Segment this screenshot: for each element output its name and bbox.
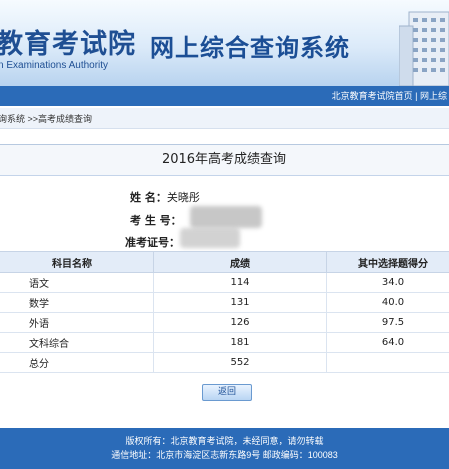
- id-label: 准考证号：: [125, 236, 180, 249]
- choice-score-cell: 34.0: [326, 272, 449, 293]
- score-cell: 552: [153, 352, 327, 373]
- footer-copyright: 版权所有：北京教育考试院，未经同意，请勿转载: [125, 436, 324, 446]
- back-button[interactable]: 返回: [202, 384, 252, 401]
- table-header-row: 科目名称 成绩 其中选择题得分: [0, 251, 449, 273]
- subject-cell: 数学: [0, 292, 154, 313]
- choice-score-cell: 64.0: [326, 332, 449, 353]
- breadcrumb: 询系统 >>高考成绩查询: [0, 108, 449, 129]
- column-header-subject: 科目名称: [0, 251, 154, 273]
- choice-score-cell: 40.0: [326, 292, 449, 313]
- table-row: 文科综合 181 64.0: [0, 332, 449, 353]
- top-nav-bar: 北京教育考试院首页 | 网上综: [0, 86, 449, 106]
- building-icon: [399, 11, 449, 86]
- name-label: 姓 名：: [130, 191, 167, 204]
- subject-cell: 文科综合: [0, 332, 154, 353]
- table-row: 语文 114 34.0: [0, 272, 449, 293]
- logo-subtitle: n Examinations Authority: [0, 60, 109, 71]
- header-banner: 教育考试院 n Examinations Authority 网上综合查询系统: [0, 0, 449, 86]
- column-header-choice: 其中选择题得分: [326, 251, 449, 273]
- choice-score-cell: [326, 352, 449, 373]
- column-header-score: 成绩: [153, 251, 327, 273]
- id-row: 准考证号：: [125, 234, 180, 250]
- subject-cell: 总分: [0, 352, 154, 373]
- score-table: 科目名称 成绩 其中选择题得分 语文 114 34.0 数学 131 40.0 …: [0, 251, 449, 373]
- logo-text: 教育考试院: [0, 29, 136, 60]
- footer-address: 通信地址：北京市海淀区志新东路9号 邮政编码：100083: [111, 450, 338, 460]
- footer: 版权所有：北京教育考试院，未经同意，请勿转载 通信地址：北京市海淀区志新东路9号…: [0, 428, 449, 469]
- name-value: 关晓彤: [166, 191, 200, 204]
- score-cell: 181: [153, 332, 327, 353]
- exam-no-row: 考 生 号：: [130, 212, 182, 228]
- choice-score-cell: 97.5: [326, 312, 449, 333]
- redacted-exam-no: [190, 206, 262, 228]
- table-row: 总分 552: [0, 352, 449, 373]
- score-cell: 126: [153, 312, 327, 333]
- score-cell: 114: [153, 272, 327, 293]
- exam-no-label: 考 生 号：: [130, 214, 182, 227]
- system-title: 网上综合查询系统: [150, 34, 350, 62]
- name-row: 姓 名：关晓彤: [130, 189, 200, 205]
- score-cell: 131: [153, 292, 327, 313]
- table-row: 外语 126 97.5: [0, 312, 449, 333]
- table-row: 数学 131 40.0: [0, 292, 449, 313]
- nav-links[interactable]: 北京教育考试院首页 | 网上综: [332, 89, 447, 102]
- redacted-id: [180, 228, 240, 248]
- result-title: 2016年高考成绩查询: [0, 145, 449, 176]
- subject-cell: 语文: [0, 272, 154, 293]
- subject-cell: 外语: [0, 312, 154, 333]
- breadcrumb-text: 询系统 >>高考成绩查询: [0, 114, 93, 124]
